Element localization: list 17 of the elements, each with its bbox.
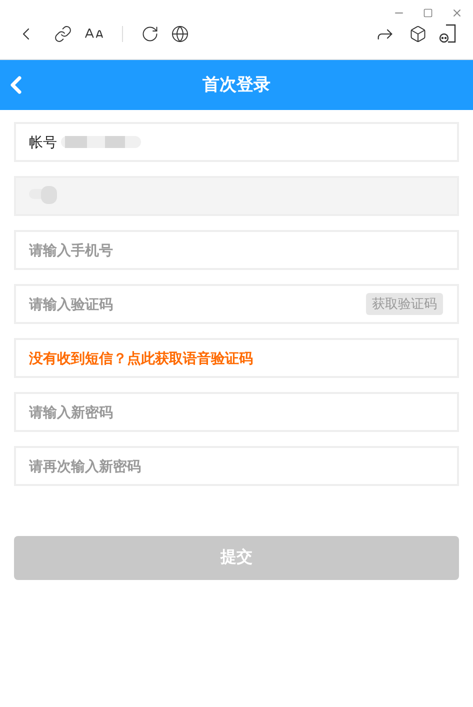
code-field[interactable]: 请输入验证码 获取验证码	[14, 284, 459, 324]
input-field[interactable]: 请再次输入新密码	[14, 446, 459, 486]
voice-code-link[interactable]: 没有收到短信？点此获取语音验证码	[29, 348, 253, 368]
account-label: 帐号	[29, 132, 57, 152]
device-icon[interactable]	[439, 24, 457, 44]
page-title: 首次登录	[202, 74, 270, 96]
input-field[interactable]: 请输入手机号	[14, 230, 459, 270]
maximize-icon[interactable]	[423, 8, 433, 18]
link-icon[interactable]	[54, 25, 72, 43]
refresh-icon[interactable]	[141, 25, 159, 43]
close-icon[interactable]	[451, 6, 463, 18]
get-code-button[interactable]: 获取验证码	[366, 293, 443, 315]
code-input[interactable]: 请输入验证码	[29, 294, 366, 314]
cube-icon[interactable]	[409, 25, 427, 43]
input-field[interactable]: 请输入新密码	[14, 392, 459, 432]
globe-icon[interactable]	[171, 25, 189, 43]
account-field[interactable]: 帐号	[14, 122, 459, 162]
